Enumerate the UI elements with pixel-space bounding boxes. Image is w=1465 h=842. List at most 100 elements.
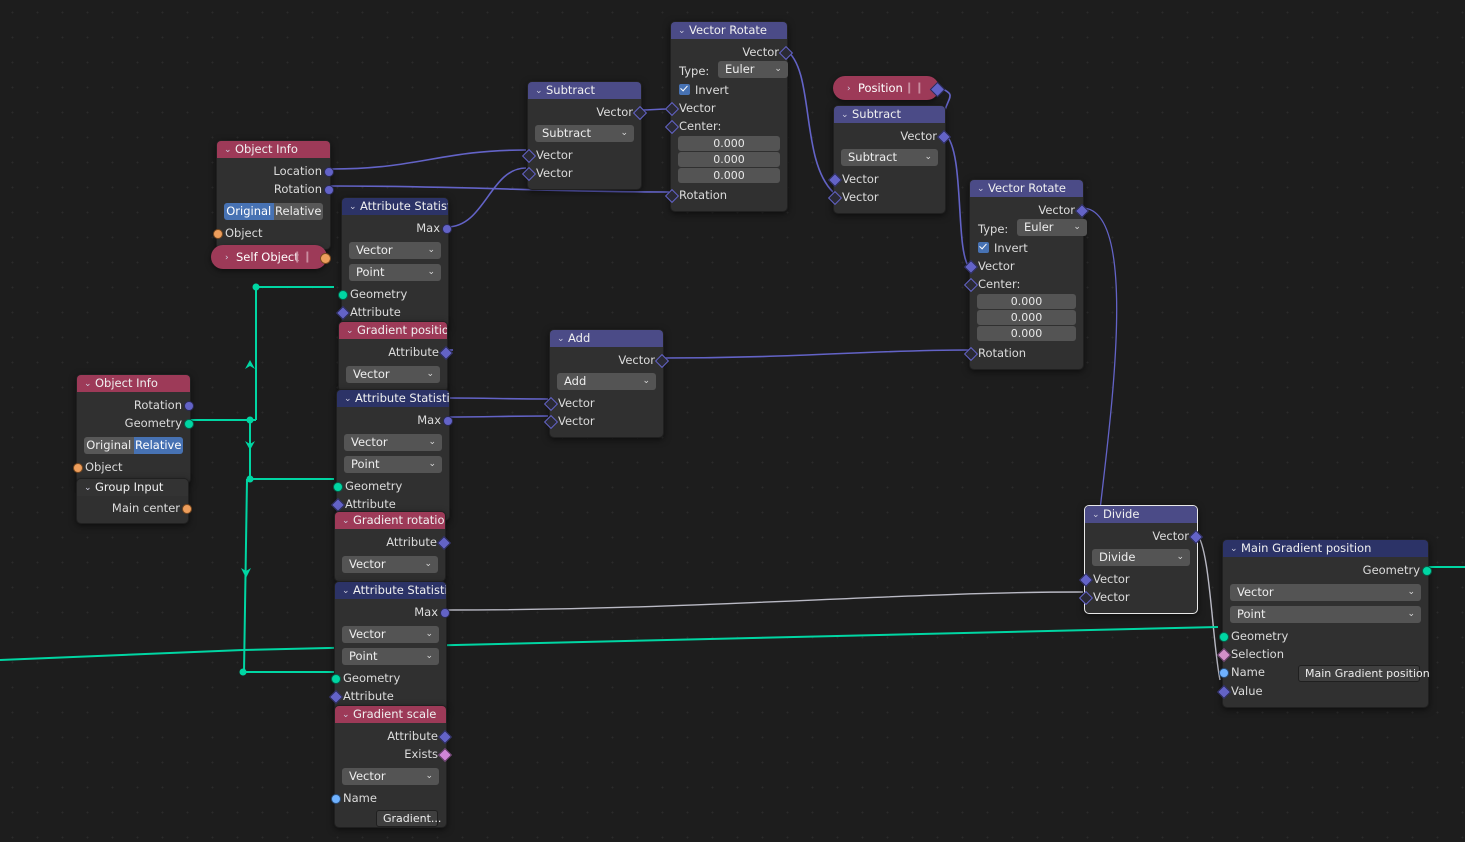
socket-out-geometry[interactable] bbox=[1422, 566, 1432, 576]
collapse-chevron-down-icon[interactable]: ⌄ bbox=[342, 583, 353, 599]
socket-in-selection[interactable] bbox=[1216, 647, 1232, 663]
node-self-object[interactable]: › Self Object ❙❙ bbox=[211, 245, 331, 269]
socket-out-vector[interactable] bbox=[778, 45, 794, 61]
data-type-dropdown[interactable]: Vector ⌄ bbox=[342, 556, 438, 573]
domain-dropdown[interactable]: Point ⌄ bbox=[342, 648, 439, 665]
node-add[interactable]: ⌄ Add Vector Add ⌄ Vector Vector bbox=[543, 329, 670, 438]
collapse-chevron-right-icon[interactable]: › bbox=[847, 77, 858, 101]
node-vector-rotate-1[interactable]: ⌄ Vector Rotate Vector Type: Euler ⌄ Inver… bbox=[664, 21, 794, 212]
invert-row[interactable]: Invert bbox=[671, 81, 787, 99]
center-y-field[interactable]: 0.000 bbox=[977, 310, 1076, 325]
socket-in-vector-b[interactable] bbox=[543, 414, 559, 430]
grip-icon[interactable]: ❙❙ bbox=[905, 76, 925, 100]
socket-out-vector[interactable] bbox=[1188, 529, 1204, 545]
center-x-field[interactable]: 0.000 bbox=[977, 294, 1076, 309]
socket-out-attribute[interactable] bbox=[438, 345, 454, 361]
center-y-field[interactable]: 0.000 bbox=[678, 152, 780, 167]
socket-in-name[interactable] bbox=[331, 794, 341, 804]
socket-in-vector-a[interactable] bbox=[521, 148, 537, 164]
node-header[interactable]: ⌄ Vector Rotate bbox=[970, 180, 1083, 197]
node-header[interactable]: ⌄ Gradient rotation bbox=[335, 512, 445, 529]
socket-in-vector[interactable] bbox=[963, 259, 979, 275]
grip-icon[interactable]: ❙❙ bbox=[293, 245, 313, 269]
node-gradient-position[interactable]: ⌄ Gradient position Attribute Vector ⌄ bbox=[338, 321, 454, 392]
invert-checkbox[interactable] bbox=[679, 84, 690, 95]
socket-in-vector-a[interactable] bbox=[1078, 572, 1094, 588]
domain-dropdown[interactable]: Point ⌄ bbox=[344, 456, 442, 473]
node-position[interactable]: › Position ❙❙ bbox=[833, 76, 946, 101]
socket-in-vector-b[interactable] bbox=[827, 190, 843, 206]
center-z-field[interactable]: 0.000 bbox=[977, 326, 1076, 341]
node-header[interactable]: ⌄ Main Gradient position bbox=[1223, 540, 1428, 557]
collapse-chevron-down-icon[interactable]: ⌄ bbox=[1230, 541, 1241, 557]
node-vector-rotate-2[interactable]: ⌄ Vector Rotate Vector Type: Euler ⌄ Inver… bbox=[963, 179, 1090, 370]
toggle-relative[interactable]: Relative bbox=[133, 437, 183, 454]
node-header[interactable]: ⌄ Subtract bbox=[528, 82, 641, 99]
collapse-chevron-down-icon[interactable]: ⌄ bbox=[84, 480, 95, 496]
node-header[interactable]: ⌄Attribute Statistic bbox=[335, 582, 446, 599]
socket-in-vector[interactable] bbox=[664, 101, 680, 117]
name-input[interactable]: Gradient... bbox=[376, 810, 441, 827]
socket-out-max[interactable] bbox=[443, 416, 453, 426]
socket-out-location[interactable] bbox=[324, 167, 334, 177]
collapse-chevron-down-icon[interactable]: ⌄ bbox=[349, 199, 360, 215]
socket-in-value[interactable] bbox=[1216, 684, 1232, 700]
node-object-info-1[interactable]: ⌄ Object Info Location Rotation Original … bbox=[213, 140, 334, 250]
node-header[interactable]: ⌄ Subtract bbox=[834, 106, 945, 123]
socket-out-vector[interactable] bbox=[1074, 203, 1090, 219]
collapse-chevron-down-icon[interactable]: ⌄ bbox=[841, 107, 852, 123]
invert-row[interactable]: Invert bbox=[970, 239, 1083, 257]
node-group-input[interactable]: ⌄ Group Input Main center bbox=[76, 478, 192, 524]
socket-in-attribute[interactable] bbox=[330, 497, 346, 513]
node-header[interactable]: ⌄ Gradient position bbox=[339, 322, 447, 339]
socket-out-exists[interactable] bbox=[437, 747, 453, 763]
socket-in-vector-a[interactable] bbox=[827, 172, 843, 188]
socket-in-attribute[interactable] bbox=[335, 305, 351, 321]
center-x-field[interactable]: 0.000 bbox=[678, 136, 780, 151]
socket-in-geometry[interactable] bbox=[1219, 632, 1229, 642]
socket-out-attribute[interactable] bbox=[437, 729, 453, 745]
domain-dropdown[interactable]: Point ⌄ bbox=[349, 264, 441, 281]
socket-in-geometry[interactable] bbox=[338, 290, 348, 300]
collapse-chevron-down-icon[interactable]: ⌄ bbox=[224, 142, 235, 158]
node-main-gradient-position[interactable]: ⌄ Main Gradient position Geometry Vector ⌄… bbox=[1216, 539, 1432, 708]
collapse-chevron-down-icon[interactable]: ⌄ bbox=[557, 331, 568, 347]
name-input[interactable]: Main Gradient position bbox=[1298, 665, 1430, 682]
socket-in-object[interactable] bbox=[73, 463, 83, 473]
toggle-relative[interactable]: Relative bbox=[273, 203, 323, 220]
socket-in-rotation[interactable] bbox=[664, 188, 680, 204]
socket-out-rotation[interactable] bbox=[184, 401, 194, 411]
data-type-dropdown[interactable]: Vector ⌄ bbox=[349, 242, 441, 259]
toggle-original[interactable]: Original bbox=[224, 203, 274, 220]
data-type-dropdown[interactable]: Vector ⌄ bbox=[342, 768, 439, 785]
node-header[interactable]: ⌄ Gradient scale bbox=[335, 706, 446, 723]
collapse-chevron-down-icon[interactable]: ⌄ bbox=[344, 391, 355, 407]
collapse-chevron-down-icon[interactable]: ⌄ bbox=[342, 707, 353, 723]
node-editor-canvas[interactable]: ⌄ Vector Rotate Vector Type: Euler ⌄ Inver… bbox=[0, 0, 1465, 842]
invert-checkbox[interactable] bbox=[978, 242, 989, 253]
socket-in-vector-b[interactable] bbox=[521, 166, 537, 182]
socket-out-position[interactable] bbox=[929, 81, 946, 98]
collapse-chevron-down-icon[interactable]: ⌄ bbox=[977, 181, 988, 197]
socket-out-vector[interactable] bbox=[654, 353, 670, 369]
collapse-chevron-down-icon[interactable]: ⌄ bbox=[342, 513, 353, 529]
type-dropdown[interactable]: Euler ⌄ bbox=[1016, 219, 1087, 236]
operation-dropdown[interactable]: Add ⌄ bbox=[557, 373, 656, 390]
data-type-dropdown[interactable]: Vector ⌄ bbox=[344, 434, 442, 451]
socket-out-vector[interactable] bbox=[632, 105, 648, 121]
domain-dropdown[interactable]: Point ⌄ bbox=[1230, 606, 1421, 623]
operation-dropdown[interactable]: Divide ⌄ bbox=[1092, 549, 1190, 566]
node-subtract-2[interactable]: ⌄ Subtract Vector Subtract ⌄ Vector Vector bbox=[827, 105, 952, 214]
collapse-chevron-down-icon[interactable]: ⌄ bbox=[535, 83, 546, 99]
node-header[interactable]: ⌄ Object Info bbox=[77, 375, 190, 392]
node-gradient-scale[interactable]: ⌄ Gradient scale Attribute Exists Vector ⌄… bbox=[331, 705, 453, 828]
node-divide[interactable]: ⌄ Divide Vector Divide ⌄ Vector Vector bbox=[1078, 505, 1204, 614]
socket-in-vector-b[interactable] bbox=[1078, 590, 1094, 606]
node-attribute-statistic-2[interactable]: ⌄ Attribute Statistic Max Vector ⌄ Point ⌄ … bbox=[330, 389, 453, 521]
data-type-dropdown[interactable]: Vector ⌄ bbox=[1230, 584, 1421, 601]
node-attribute-statistic-3[interactable]: ⌄ Attribute Statistic Max Vector ⌄ Point ⌄ … bbox=[328, 581, 450, 713]
socket-out-vector[interactable] bbox=[936, 129, 952, 145]
socket-in-vector-a[interactable] bbox=[543, 396, 559, 412]
node-header[interactable]: ⌄ Group Input bbox=[77, 479, 188, 496]
socket-in-attribute[interactable] bbox=[328, 689, 344, 705]
